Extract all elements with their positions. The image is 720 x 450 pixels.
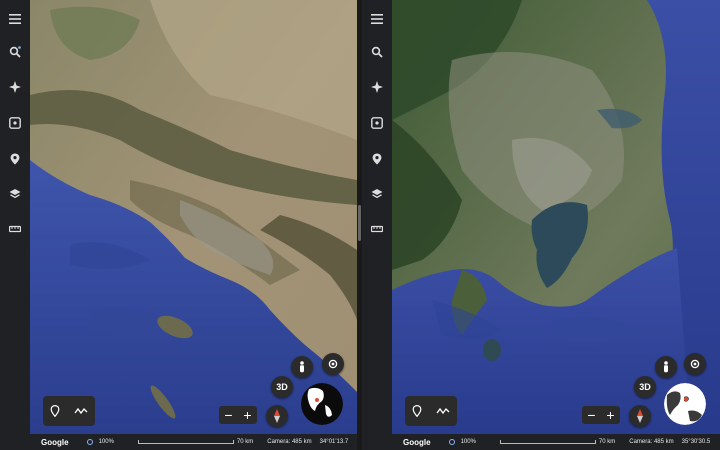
crosshair-icon xyxy=(328,359,338,369)
loading-ring-icon xyxy=(448,439,455,445)
camera-altitude: Camera: 485 km xyxy=(267,439,312,445)
draw-line-icon[interactable] xyxy=(436,407,450,415)
status-bar-left: Google 100% 70 km Camera: 485 km 34°01'1… xyxy=(30,434,357,450)
feeling-lucky-icon[interactable] xyxy=(368,114,386,132)
globe-overview-button[interactable] xyxy=(301,383,343,425)
map-style-icon[interactable] xyxy=(6,185,24,203)
satellite-map-tokyo[interactable]: 3D − + xyxy=(392,0,720,450)
measure-icon[interactable] xyxy=(368,220,386,238)
coordinates: 35°30'30.5 xyxy=(681,439,711,445)
street-view-pegman-button[interactable] xyxy=(291,356,313,378)
zoom-out-button[interactable]: − xyxy=(587,406,595,424)
search-icon[interactable] xyxy=(6,43,24,61)
street-view-pegman-button[interactable] xyxy=(655,356,677,378)
projects-icon[interactable] xyxy=(6,150,24,168)
load-percentage: 100% xyxy=(460,439,476,445)
menu-icon[interactable] xyxy=(6,10,24,28)
place-marker-icon[interactable] xyxy=(50,405,60,417)
person-icon xyxy=(664,361,668,373)
google-logo: Google xyxy=(41,437,69,447)
sidebar-left xyxy=(0,0,30,450)
compass-button[interactable] xyxy=(266,405,288,427)
map-style-icon[interactable] xyxy=(368,185,386,203)
zoom-in-button[interactable]: + xyxy=(243,406,251,424)
scale-bar xyxy=(499,440,596,444)
earth-pane-left: 3D − + Google 100% 70 km Camera: 485 km … xyxy=(0,0,357,450)
scale-label: 70 km xyxy=(236,439,254,445)
globe-icon xyxy=(301,383,343,425)
measure-icon[interactable] xyxy=(6,220,24,238)
compass-button[interactable] xyxy=(629,405,651,427)
voyager-icon[interactable] xyxy=(6,78,24,96)
camera-altitude: Camera: 485 km xyxy=(629,439,674,445)
satellite-imagery xyxy=(30,0,357,450)
zoom-controls: − + xyxy=(582,406,620,424)
my-location-button[interactable] xyxy=(684,353,706,375)
projects-icon[interactable] xyxy=(368,150,386,168)
zoom-out-button[interactable]: − xyxy=(224,406,232,424)
globe-icon xyxy=(664,383,706,425)
toggle-3d-button[interactable]: 3D xyxy=(634,376,656,398)
person-icon xyxy=(300,361,304,373)
earth-pane-right: 3D − + Google 100% 70 km Camera: 485 km … xyxy=(362,0,720,450)
toolbar-right xyxy=(405,396,457,426)
menu-icon[interactable] xyxy=(368,10,386,28)
divider-grip-icon[interactable] xyxy=(358,205,361,241)
scale-bar xyxy=(137,440,234,444)
sidebar-right xyxy=(362,0,392,450)
draw-line-icon[interactable] xyxy=(74,407,88,415)
loading-ring-icon xyxy=(86,439,93,445)
toolbar-left xyxy=(43,396,95,426)
satellite-map-los-angeles[interactable]: 3D − + xyxy=(30,0,357,450)
my-location-button[interactable] xyxy=(322,353,344,375)
coordinates: 34°01'13.7 xyxy=(319,439,349,445)
crosshair-icon xyxy=(690,359,700,369)
voyager-icon[interactable] xyxy=(368,78,386,96)
globe-overview-button[interactable] xyxy=(664,383,706,425)
satellite-imagery xyxy=(392,0,720,450)
zoom-in-button[interactable]: + xyxy=(606,406,614,424)
scale-label: 70 km xyxy=(598,439,616,445)
status-bar-right: Google 100% 70 km Camera: 485 km 35°30'3… xyxy=(392,434,720,450)
compass-icon xyxy=(274,409,280,423)
load-percentage: 100% xyxy=(98,439,114,445)
search-icon[interactable] xyxy=(368,43,386,61)
place-marker-icon[interactable] xyxy=(412,405,422,417)
google-logo: Google xyxy=(403,437,431,447)
compass-icon xyxy=(637,409,643,423)
toggle-3d-button[interactable]: 3D xyxy=(271,376,293,398)
zoom-controls: − + xyxy=(219,406,257,424)
feeling-lucky-icon[interactable] xyxy=(6,114,24,132)
